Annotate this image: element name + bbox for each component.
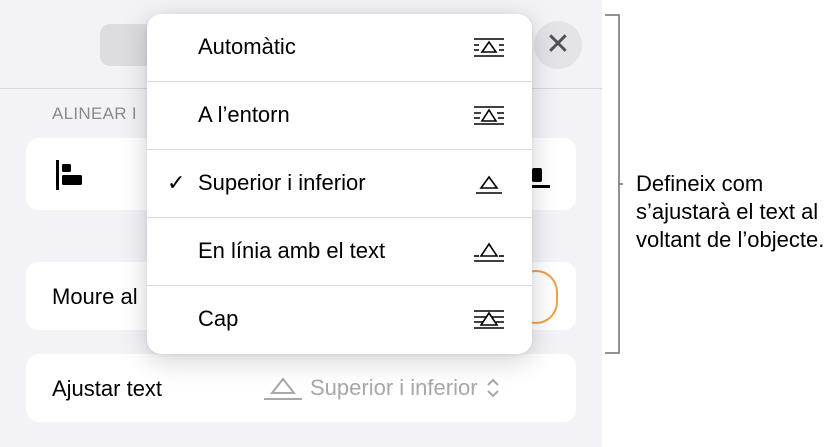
callout-bracket (605, 14, 623, 354)
wrap-above-below-icon (264, 377, 302, 400)
chevron-up-down-icon (486, 378, 499, 398)
wrap-above-below-icon (476, 175, 502, 194)
checkmark-icon: ✓ (167, 170, 186, 195)
text-wrap-label: Ajustar text (52, 376, 163, 401)
menu-item-label: A l’entorn (198, 102, 290, 127)
menu-item-label: Cap (198, 306, 239, 331)
menu-item-automatic[interactable]: Automàtic (147, 14, 532, 82)
wrap-inline-icon (474, 242, 504, 262)
text-wrap-menu: Automàtic A l’entorn ✓ Superior i inferi… (147, 14, 532, 354)
menu-item-label: En línia amb el text (198, 238, 386, 263)
callout-text: Defineix com s’ajustarà el text al volta… (636, 171, 825, 252)
wrap-none-icon (474, 310, 504, 329)
wrap-automatic-icon (474, 38, 504, 57)
close-icon: ✕ (545, 28, 571, 61)
close-button[interactable]: ✕ (534, 21, 582, 69)
text-wrap-selector[interactable]: Superior i inferior (264, 372, 500, 404)
text-wrap-value: Superior i inferior (310, 375, 478, 400)
align-left-icon[interactable] (56, 160, 84, 190)
menu-item-label: Automàtic (198, 34, 296, 59)
wrap-around-icon (474, 106, 504, 125)
menu-item-none[interactable]: Cap (147, 286, 532, 354)
menu-item-inline[interactable]: En línia amb el text (147, 218, 532, 286)
menu-item-around[interactable]: A l’entorn (147, 82, 532, 150)
menu-item-above-below[interactable]: ✓ Superior i inferior (147, 150, 532, 218)
section-label: ALINEAR I (52, 104, 137, 123)
menu-item-label: Superior i inferior (198, 170, 366, 195)
move-with-text-label: Moure al (52, 284, 138, 309)
